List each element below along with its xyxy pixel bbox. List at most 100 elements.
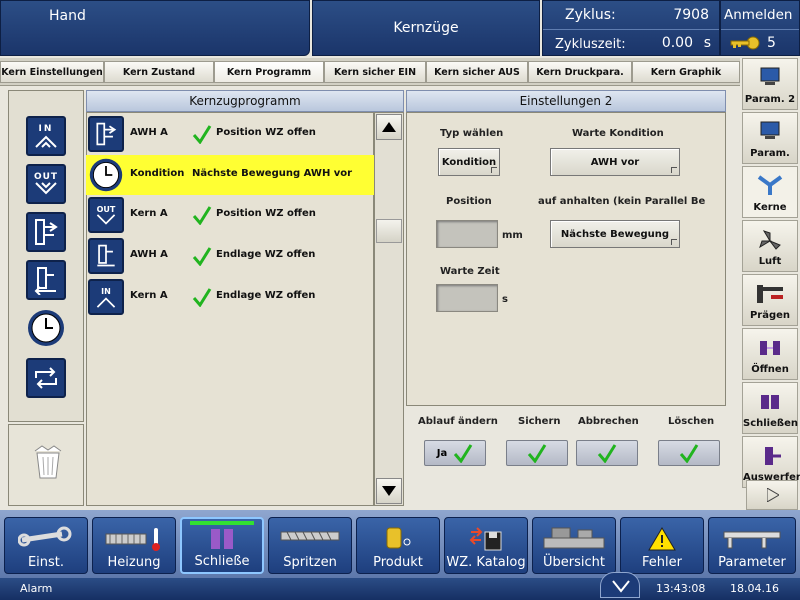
- tab-kern-einstellungen[interactable]: Kern Einstellungen: [0, 61, 104, 83]
- program-scrollbar[interactable]: [374, 112, 404, 506]
- program-step-row[interactable]: AWH A Position WZ offen: [86, 114, 374, 154]
- loop-command-icon[interactable]: [26, 358, 66, 398]
- nav-wz-katalog[interactable]: WZ. Katalog: [444, 517, 528, 574]
- warte-kondition-select[interactable]: AWH vor: [550, 148, 680, 176]
- nav-einst[interactable]: Einst.: [4, 517, 88, 574]
- monitor-icon: [760, 67, 780, 85]
- out-command-icon[interactable]: OUT: [26, 164, 66, 204]
- login-panel[interactable]: Anmelden 5: [720, 0, 800, 56]
- status-time: 13:43:08: [656, 582, 706, 595]
- status-date: 18.04.16: [730, 582, 779, 595]
- settings-panel-title: Einstellungen 2: [406, 90, 726, 112]
- warte-zeit-label: Warte Zeit: [440, 266, 500, 277]
- tab-kern-sicher-ein[interactable]: Kern sicher EIN: [324, 61, 426, 83]
- step-condition: Endlage WZ offen: [216, 249, 316, 260]
- tab-kern-graphik[interactable]: Kern Graphik: [632, 61, 740, 83]
- sidebar-next-button[interactable]: [746, 480, 798, 510]
- program-step-row-selected[interactable]: Kondition Nächste Bewegung AWH vor: [86, 155, 374, 195]
- typ-label: Typ wählen: [440, 128, 504, 139]
- sidebar-param2[interactable]: Param. 2: [742, 58, 798, 110]
- chevron-down-icon: [612, 580, 630, 593]
- nav-fehler[interactable]: Fehler: [620, 517, 704, 574]
- nav-uebersicht[interactable]: Übersicht: [532, 517, 616, 574]
- in-icon: IN: [88, 279, 124, 315]
- login-button[interactable]: Anmelden: [724, 7, 792, 23]
- ejector-back-icon[interactable]: [26, 260, 66, 300]
- ejector-icon: [765, 447, 781, 465]
- wrench-icon: [18, 526, 72, 547]
- clamp-icon: [211, 529, 233, 549]
- program-step-row[interactable]: AWH A Endlage WZ offen: [86, 236, 374, 276]
- ejector-forward-icon[interactable]: [26, 212, 66, 252]
- scroll-down-button[interactable]: [376, 478, 402, 504]
- tab-kern-zustand[interactable]: Kern Zustand: [104, 61, 214, 83]
- typ-select[interactable]: Kondition: [438, 148, 500, 176]
- step-axis: Kern A: [130, 290, 168, 301]
- page-title: Kernzüge: [393, 20, 459, 36]
- warte-zeit-unit: s: [502, 294, 508, 305]
- mode-panel: Hand: [0, 0, 310, 56]
- abbrechen-button[interactable]: [576, 440, 638, 466]
- mold-close-icon: [761, 395, 779, 409]
- position-input[interactable]: [436, 220, 498, 248]
- sidebar-schliessen[interactable]: Schließen: [742, 382, 798, 434]
- play-arrow-icon: [767, 488, 779, 502]
- step-axis: AWH A: [130, 249, 168, 260]
- loeschen-label: Löschen: [668, 416, 715, 427]
- alarm-label[interactable]: Alarm: [20, 582, 52, 595]
- status-bar: Alarm 13:43:08 18.04.16: [0, 572, 800, 600]
- sidebar-luft[interactable]: Luft: [742, 220, 798, 272]
- ejector-forward-icon: [88, 116, 124, 152]
- heater-icon: [105, 528, 160, 551]
- check-icon: [679, 444, 699, 463]
- sidebar-oeffnen[interactable]: Öffnen: [742, 328, 798, 380]
- step-condition: Endlage WZ offen: [216, 290, 316, 301]
- step-axis: Kern A: [130, 208, 168, 219]
- tab-kern-sicher-aus[interactable]: Kern sicher AUS: [426, 61, 528, 83]
- check-icon: [527, 444, 547, 463]
- nav-produkt[interactable]: Produkt: [356, 517, 440, 574]
- nav-schliesse[interactable]: Schließe: [180, 517, 264, 574]
- step-condition: Nächste Bewegung AWH vor: [192, 168, 353, 179]
- sidebar-param[interactable]: Param.: [742, 112, 798, 164]
- tab-bar: Kern Einstellungen Kern Zustand Kern Pro…: [0, 58, 740, 86]
- step-condition: Position WZ offen: [216, 208, 316, 219]
- clock-icon: [89, 158, 123, 192]
- program-step-row[interactable]: OUT Kern A Position WZ offen: [86, 195, 374, 235]
- catalog-icon: [469, 527, 502, 551]
- in-command-icon[interactable]: IN: [26, 116, 66, 156]
- tab-kern-druckpara[interactable]: Kern Druckpara.: [528, 61, 632, 83]
- sidebar-praegen[interactable]: Prägen: [742, 274, 798, 326]
- check-icon: [192, 288, 212, 307]
- warte-zeit-input[interactable]: [436, 284, 498, 312]
- cycletime-unit: s: [703, 35, 711, 51]
- scroll-thumb[interactable]: [376, 219, 402, 243]
- cycle-panel: Zyklus: 7908 Zykluszeit: 0.00 s: [542, 0, 720, 56]
- check-icon: [597, 444, 617, 463]
- nav-parameter[interactable]: Parameter: [708, 517, 796, 574]
- check-icon: [454, 444, 473, 463]
- machine-overview-icon: [543, 527, 605, 549]
- out-icon: OUT: [88, 197, 124, 233]
- ablauf-ja-button[interactable]: Ja: [424, 440, 486, 466]
- sidebar-kerne[interactable]: Kerne: [742, 166, 798, 218]
- cycletime-value: 0.00: [661, 35, 693, 51]
- nav-spritzen[interactable]: Spritzen: [268, 517, 352, 574]
- step-condition: Position WZ offen: [216, 127, 316, 138]
- auf-anhalten-select[interactable]: Nächste Bewegung: [550, 220, 680, 248]
- scroll-up-button[interactable]: [376, 114, 402, 140]
- position-label: Position: [446, 196, 492, 207]
- key-icon: [730, 36, 760, 50]
- clock-command-icon[interactable]: [26, 308, 66, 348]
- alarm-toggle[interactable]: [600, 572, 640, 598]
- program-step-row[interactable]: IN Kern A Endlage WZ offen: [86, 277, 374, 317]
- trash-area[interactable]: [8, 424, 84, 506]
- sichern-button[interactable]: [506, 440, 568, 466]
- check-icon: [192, 206, 212, 225]
- tab-kern-programm[interactable]: Kern Programm: [214, 61, 324, 83]
- nav-heizung[interactable]: Heizung: [92, 517, 176, 574]
- embossing-icon: [757, 285, 783, 303]
- user-level: 5: [767, 35, 776, 51]
- loeschen-button[interactable]: [658, 440, 720, 466]
- mold-open-icon: [760, 341, 780, 355]
